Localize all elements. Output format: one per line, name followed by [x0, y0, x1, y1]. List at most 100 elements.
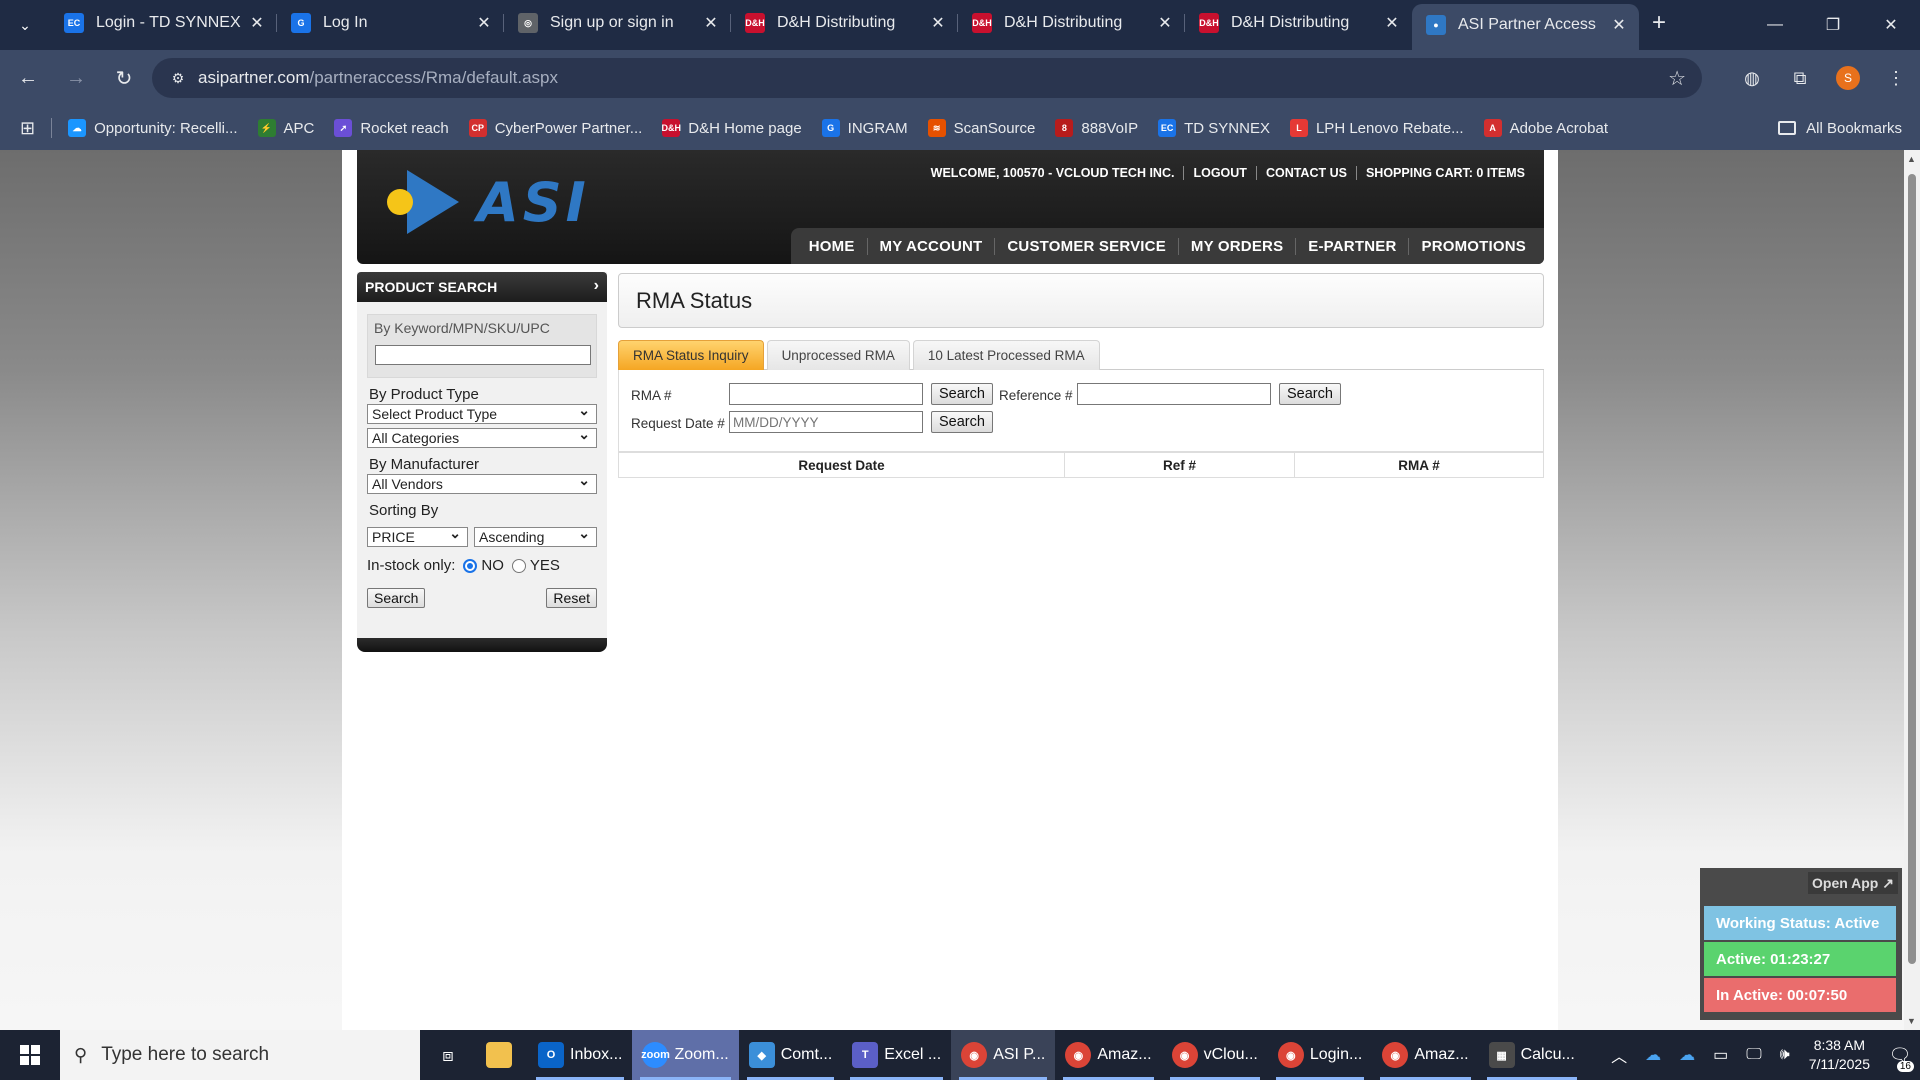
globe-extension-icon[interactable]: ◍	[1728, 58, 1776, 98]
taskbar-app-button[interactable]: ◉ Amaz...	[1055, 1030, 1161, 1080]
reload-icon[interactable]: ↻	[104, 58, 144, 98]
shopping-cart-link[interactable]: SHOPPING CART: 0 ITEMS	[1355, 166, 1534, 180]
start-button[interactable]	[0, 1030, 60, 1080]
apps-grid-icon[interactable]: ⊞	[20, 118, 35, 139]
all-bookmarks-button[interactable]: All Bookmarks	[1778, 120, 1902, 137]
product-type-select[interactable]: Select Product Type	[367, 401, 597, 424]
browser-tab[interactable]: D&H D&H Distributing ✕	[958, 2, 1185, 44]
taskbar-app-button[interactable]: T Excel ...	[842, 1030, 951, 1080]
tab-unprocessed-rma[interactable]: Unprocessed RMA	[766, 340, 910, 370]
close-window-icon[interactable]: ✕	[1862, 0, 1920, 50]
minimize-icon[interactable]: —	[1746, 0, 1804, 50]
browser-tab[interactable]: G Log In ✕	[277, 2, 504, 44]
rma-search-button[interactable]: Search	[931, 383, 993, 405]
column-request-date[interactable]: Request Date	[619, 453, 1065, 477]
tab-search-chevron-icon[interactable]: ⌄	[0, 0, 50, 50]
taskbar-app-button[interactable]: ▦ Calcu...	[1479, 1030, 1585, 1080]
profile-avatar[interactable]: S	[1836, 66, 1860, 90]
taskbar-app-button[interactable]: ◉ ASI P...	[951, 1030, 1056, 1080]
taskbar-app-button[interactable]: ◆ Comt...	[739, 1030, 843, 1080]
close-tab-icon[interactable]: ✕	[247, 13, 267, 33]
instock-no-radio[interactable]	[463, 558, 478, 573]
column-rma[interactable]: RMA #	[1295, 453, 1543, 477]
browser-tab[interactable]: ◎ Sign up or sign in ✕	[504, 2, 731, 44]
browser-tab[interactable]: D&H D&H Distributing ✕	[1185, 2, 1412, 44]
address-bar[interactable]: ⚙ asipartner.com/partneraccess/Rma/defau…	[152, 58, 1702, 98]
nav-home[interactable]: HOME	[797, 238, 867, 255]
asi-logo[interactable]: ASI	[387, 170, 590, 234]
close-tab-icon[interactable]: ✕	[928, 13, 948, 33]
rma-number-input[interactable]	[729, 383, 923, 405]
reference-search-button[interactable]: Search	[1279, 383, 1341, 405]
category-select[interactable]: All Categories	[367, 425, 597, 448]
bookmark-item[interactable]: G INGRAM	[821, 119, 908, 137]
browser-tab[interactable]: D&H D&H Distributing ✕	[731, 2, 958, 44]
product-search-header[interactable]: PRODUCT SEARCH ›	[357, 272, 607, 302]
nav-customer-service[interactable]: CUSTOMER SERVICE	[994, 237, 1178, 255]
product-search-button[interactable]: Search	[367, 588, 426, 608]
taskbar-clock[interactable]: 8:38 AM 7/11/2025	[1799, 1036, 1880, 1074]
close-tab-icon[interactable]: ✕	[1609, 15, 1629, 35]
sort-order-select[interactable]: Ascending	[474, 524, 597, 547]
close-tab-icon[interactable]: ✕	[474, 13, 494, 33]
keyword-input[interactable]	[375, 345, 591, 365]
scrollbar-thumb[interactable]	[1908, 174, 1916, 964]
page-scrollbar[interactable]: ▲ ▼	[1904, 150, 1920, 1030]
site-info-icon[interactable]: ⚙	[158, 70, 198, 87]
new-tab-button[interactable]: +	[1639, 2, 1679, 44]
bookmark-item[interactable]: ☁ Opportunity: Recelli...	[68, 119, 238, 137]
bookmark-item[interactable]: ⚡ APC	[257, 119, 314, 137]
close-tab-icon[interactable]: ✕	[1155, 13, 1175, 33]
bookmark-item[interactable]: A Adobe Acrobat	[1483, 119, 1608, 137]
onedrive-business-icon[interactable]: ☁	[1670, 1045, 1704, 1065]
nav-my-account[interactable]: MY ACCOUNT	[866, 237, 995, 255]
manufacturer-select[interactable]: All Vendors	[367, 471, 597, 494]
browser-tab[interactable]: EC Login - TD SYNNEX ✕	[50, 2, 277, 44]
reference-input[interactable]	[1077, 383, 1271, 405]
taskbar-app-button[interactable]: ◉ vClou...	[1162, 1030, 1268, 1080]
restore-icon[interactable]: ❐	[1804, 0, 1862, 50]
chevron-right-icon[interactable]: ›	[594, 277, 599, 295]
bookmark-item[interactable]: L LPH Lenovo Rebate...	[1289, 119, 1464, 137]
back-arrow-icon[interactable]: ←	[8, 58, 48, 98]
contact-us-link[interactable]: CONTACT US	[1255, 166, 1356, 180]
battery-icon[interactable]: ▭	[1704, 1045, 1737, 1065]
bookmark-item[interactable]: ➚ Rocket reach	[334, 119, 449, 137]
reset-button[interactable]: Reset	[546, 588, 597, 608]
browser-menu-icon[interactable]: ⋮	[1872, 58, 1920, 98]
bookmark-item[interactable]: CP CyberPower Partner...	[468, 119, 642, 137]
tab-rma-status-inquiry[interactable]: RMA Status Inquiry	[618, 340, 764, 370]
bookmark-item[interactable]: ≋ ScanSource	[927, 119, 1035, 137]
task-view-icon[interactable]: ⧈	[420, 1045, 476, 1066]
nav-my-orders[interactable]: MY ORDERS	[1177, 237, 1295, 255]
taskbar-app-button[interactable]: zoom Zoom...	[632, 1030, 739, 1080]
close-tab-icon[interactable]: ✕	[701, 13, 721, 33]
extensions-puzzle-icon[interactable]: ⧉	[1776, 58, 1824, 98]
notifications-button[interactable]: 🗨 16	[1880, 1030, 1920, 1080]
nav-promotions[interactable]: PROMOTIONS	[1408, 237, 1538, 255]
tray-chevron-up-icon[interactable]: ︿	[1602, 1043, 1636, 1067]
bookmark-item[interactable]: 8 888VoIP	[1055, 119, 1138, 137]
open-app-button[interactable]: Open App ↗	[1808, 872, 1898, 894]
taskbar-app-button[interactable]: ◉ Login...	[1268, 1030, 1372, 1080]
network-icon[interactable]: 🖵	[1737, 1046, 1770, 1064]
forward-arrow-icon[interactable]: →	[56, 58, 96, 98]
taskbar-app-button[interactable]: O Inbox...	[528, 1030, 632, 1080]
close-tab-icon[interactable]: ✕	[1382, 13, 1402, 33]
volume-icon[interactable]: 🕪	[1771, 1046, 1799, 1064]
instock-yes-radio[interactable]	[511, 558, 526, 573]
nav-e-partner[interactable]: E-PARTNER	[1295, 237, 1408, 255]
bookmark-item[interactable]: EC TD SYNNEX	[1158, 119, 1270, 137]
taskbar-search[interactable]: ⚲ Type here to search	[60, 1030, 420, 1080]
sort-field-select[interactable]: PRICE	[367, 524, 468, 547]
logout-link[interactable]: LOGOUT	[1183, 166, 1255, 180]
onedrive-icon[interactable]: ☁	[1636, 1045, 1670, 1065]
tab-latest-processed-rma[interactable]: 10 Latest Processed RMA	[912, 340, 1100, 370]
scroll-up-icon[interactable]: ▲	[1907, 154, 1916, 164]
browser-tab[interactable]: ● ASI Partner Access ✕	[1412, 4, 1639, 50]
request-date-input[interactable]	[729, 411, 923, 433]
file-explorer-button[interactable]	[476, 1030, 528, 1080]
taskbar-app-button[interactable]: ◉ Amaz...	[1372, 1030, 1478, 1080]
date-search-button[interactable]: Search	[931, 411, 993, 433]
scroll-down-icon[interactable]: ▼	[1907, 1016, 1916, 1026]
